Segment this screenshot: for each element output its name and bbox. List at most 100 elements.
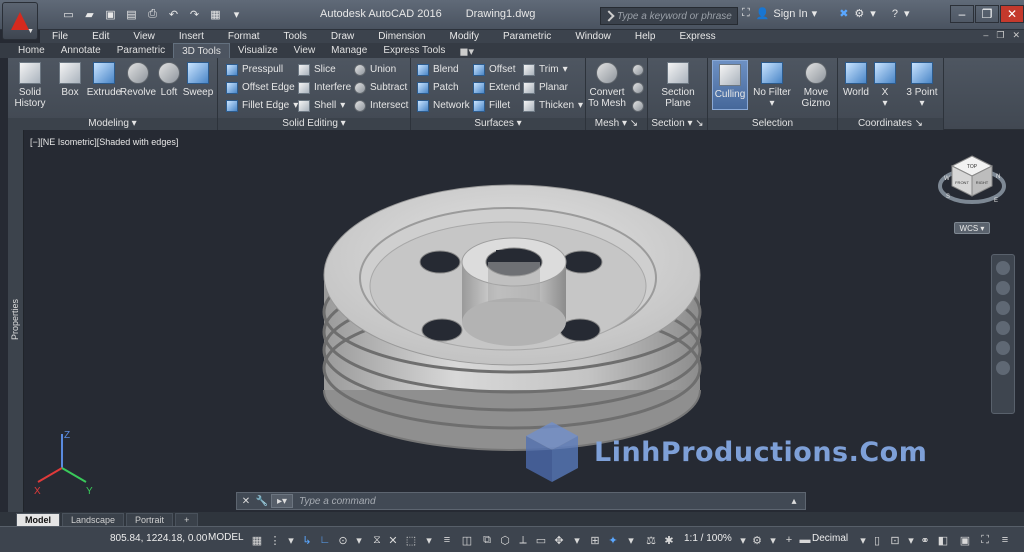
tab-model[interactable]: Model xyxy=(16,513,60,526)
application-menu-button[interactable]: ▼ xyxy=(2,2,38,40)
planar-button[interactable]: Planar xyxy=(523,80,568,95)
panel-title-mesh[interactable]: Mesh ▾ ↘ xyxy=(586,118,647,130)
mesh-refine-button[interactable] xyxy=(632,80,644,95)
workspace-gear-icon[interactable]: ⚙ xyxy=(750,533,764,547)
close-button[interactable]: ✕ xyxy=(1000,5,1024,23)
save-as-icon[interactable]: ▤ xyxy=(123,6,140,23)
redo-icon[interactable]: ↷ xyxy=(186,6,203,23)
three-point-ucs-button[interactable]: 3 Point ▾ xyxy=(904,62,940,109)
chevron-down-icon[interactable]: ▾ xyxy=(736,533,750,547)
chevron-down-icon[interactable]: ▾ xyxy=(228,6,245,23)
world-ucs-button[interactable]: World xyxy=(840,62,872,98)
dynamic-ucs-icon[interactable]: ⟂ xyxy=(516,533,530,547)
menu-file[interactable]: File xyxy=(40,30,80,43)
save-icon[interactable]: ▣ xyxy=(102,6,119,23)
presspull-button[interactable]: Presspull xyxy=(226,62,283,77)
convert-to-mesh-button[interactable]: Convert To Mesh xyxy=(588,62,626,109)
tab-view[interactable]: View xyxy=(286,43,324,58)
restore-button[interactable]: ❐ xyxy=(975,5,999,23)
exchange-icon[interactable]: ✖ xyxy=(839,7,848,20)
infer-constraints-icon[interactable]: ↳ xyxy=(300,533,314,547)
add-layout-icon[interactable]: + xyxy=(175,513,199,526)
units-readout[interactable]: Decimal xyxy=(812,533,848,544)
trim-button[interactable]: Trim ▾ xyxy=(523,62,568,77)
workspace-icon[interactable]: ▦ xyxy=(207,6,224,23)
wrench-icon[interactable]: 🔧 xyxy=(255,494,269,508)
help-connect-icon[interactable]: ⚙ xyxy=(854,7,864,20)
menu-view[interactable]: View xyxy=(121,30,167,43)
tab-home[interactable]: Home xyxy=(10,43,53,58)
hardware-acceleration-icon[interactable]: ▬ xyxy=(798,533,812,547)
tab-annotate[interactable]: Annotate xyxy=(53,43,109,58)
auto-scale-icon[interactable]: ⚖ xyxy=(644,533,658,547)
viewcube-right[interactable]: RIGHT xyxy=(976,180,989,185)
annotation-icon[interactable]: ✱ xyxy=(662,533,676,547)
compass-south[interactable]: S xyxy=(946,194,950,200)
minimize-icon[interactable]: – xyxy=(983,30,988,41)
panel-title-section[interactable]: Section ▾ ↘ xyxy=(648,118,707,130)
object-snap-tracking-icon[interactable]: ✕ xyxy=(386,533,400,547)
ribbon-toggle-icon[interactable]: ◼▾ xyxy=(453,45,480,58)
binoculars-icon[interactable]: ⛶ xyxy=(742,7,750,20)
menu-format[interactable]: Format xyxy=(216,30,272,43)
undo-icon[interactable]: ↶ xyxy=(165,6,182,23)
transparency-icon[interactable]: ◫ xyxy=(460,533,474,547)
mesh-crease-button[interactable] xyxy=(632,98,644,113)
chevron-down-icon[interactable]: ▾ xyxy=(422,533,436,547)
menu-window[interactable]: Window xyxy=(563,30,623,43)
3d-osnap-icon[interactable]: ⬡ xyxy=(498,533,512,547)
menu-parametric[interactable]: Parametric xyxy=(491,30,563,43)
clean-screen-icon[interactable]: ▣ xyxy=(958,533,972,547)
search-input[interactable]: Type a keyword or phrase xyxy=(600,7,738,25)
chevron-down-icon[interactable]: ▾ xyxy=(904,7,910,20)
chevron-down-icon[interactable]: ▾ xyxy=(904,533,918,547)
solid-history-button[interactable]: Solid History xyxy=(10,62,50,109)
tab-landscape[interactable]: Landscape xyxy=(62,513,125,526)
x-ucs-button[interactable]: X ▾ xyxy=(870,62,900,109)
restore-icon[interactable]: ❐ xyxy=(996,30,1004,41)
sign-in-button[interactable]: 👤 Sign In ▾ xyxy=(756,7,817,21)
chevron-up-icon[interactable]: ▴ xyxy=(787,494,801,508)
lock-ui-icon[interactable]: ⊡ xyxy=(888,533,902,547)
fillet-edge-button[interactable]: Fillet Edge ▾ xyxy=(226,98,298,113)
fullscreen-icon[interactable]: ⛶ xyxy=(978,533,992,547)
menu-draw[interactable]: Draw xyxy=(319,30,366,43)
compass-east[interactable]: E xyxy=(994,198,998,204)
lineweight-icon[interactable]: ≡ xyxy=(440,533,454,547)
tab-parametric[interactable]: Parametric xyxy=(109,43,173,58)
fillet-button[interactable]: Fillet xyxy=(473,98,510,113)
coordinates-readout[interactable]: 805.84, 1224.18, 0.00 xyxy=(110,533,207,544)
sweep-button[interactable]: Sweep xyxy=(178,62,218,98)
chevron-down-icon[interactable]: ▾ xyxy=(870,7,876,20)
open-folder-icon[interactable]: ▰ xyxy=(81,6,98,23)
annotation-scale-readout[interactable]: 1:1 / 100% xyxy=(684,533,732,544)
extend-button[interactable]: Extend xyxy=(473,80,520,95)
isodraft-icon[interactable]: ⧖ xyxy=(370,533,384,547)
new-file-icon[interactable]: ▭ xyxy=(60,6,77,23)
viewcube[interactable]: TOP FRONT RIGHT W S E N xyxy=(936,152,1008,212)
command-input[interactable] xyxy=(299,494,785,508)
culling-button[interactable]: Culling xyxy=(712,60,748,110)
wcs-menu[interactable]: WCS ▾ xyxy=(954,222,990,234)
navbar-menu-icon[interactable] xyxy=(996,361,1010,375)
menu-express[interactable]: Express xyxy=(667,30,727,43)
slice-button[interactable]: Slice xyxy=(298,62,336,77)
polar-tracking-icon[interactable]: ⊙ xyxy=(336,533,350,547)
panel-title-coordinates[interactable]: Coordinates ↘ xyxy=(838,118,943,130)
customization-menu-icon[interactable]: ≡ xyxy=(998,533,1012,547)
tab-3d-tools[interactable]: 3D Tools xyxy=(173,43,230,58)
properties-palette[interactable]: Properties xyxy=(8,130,24,512)
selection-filter-icon[interactable]: ▭ xyxy=(534,533,548,547)
tab-express-tools[interactable]: Express Tools xyxy=(375,43,453,58)
showmotion-icon[interactable] xyxy=(996,341,1010,355)
viewcube-top[interactable]: TOP xyxy=(967,164,978,170)
tab-manage[interactable]: Manage xyxy=(323,43,375,58)
panel-title-surfaces[interactable]: Surfaces ▾ xyxy=(411,118,585,130)
tab-visualize[interactable]: Visualize xyxy=(230,43,286,58)
thicken-button[interactable]: Thicken ▾ xyxy=(523,98,583,113)
close-icon[interactable]: ✕ xyxy=(239,494,253,508)
annotation-visibility-icon[interactable]: ⊞ xyxy=(588,533,602,547)
patch-button[interactable]: Patch xyxy=(417,80,459,95)
no-filter-button[interactable]: No Filter ▾ xyxy=(752,62,792,109)
chevron-down-icon[interactable]: ▾ xyxy=(856,533,870,547)
